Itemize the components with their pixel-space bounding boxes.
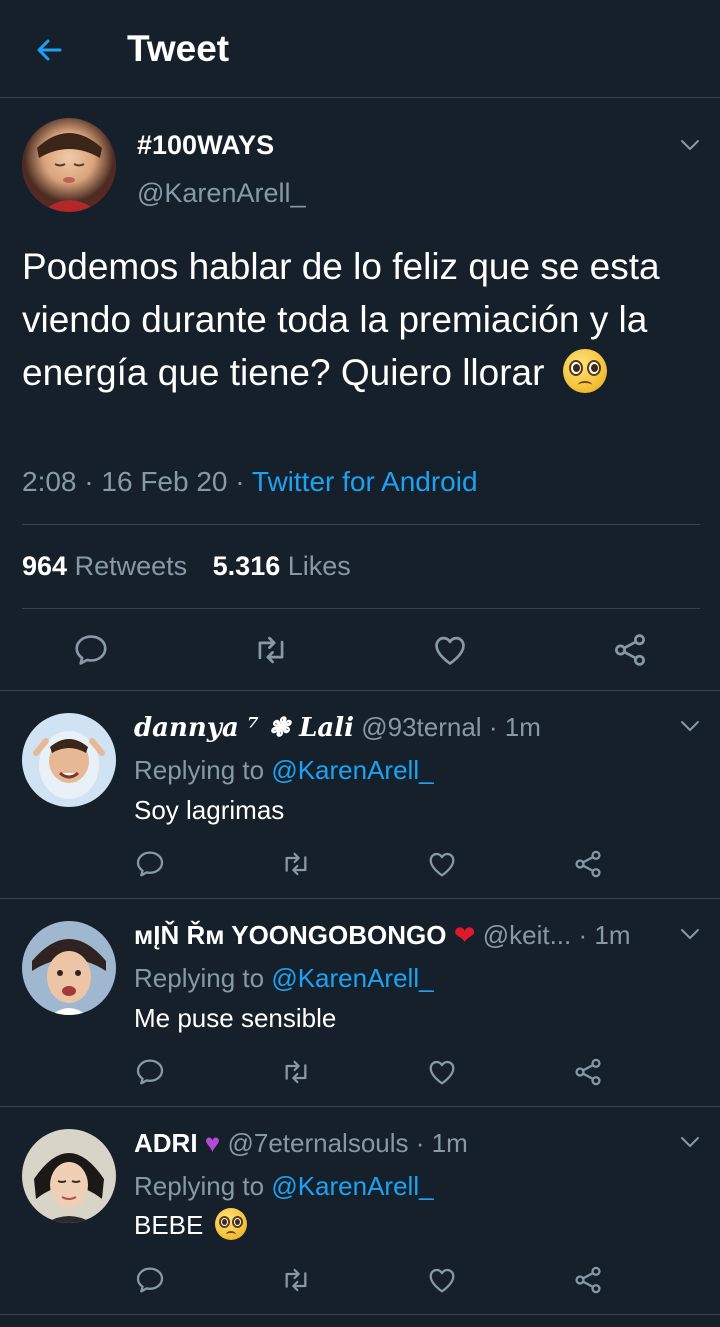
reply-icon[interactable] xyxy=(134,848,166,880)
reply-text-line: BEBE xyxy=(134,1208,247,1243)
likes-label: Likes xyxy=(287,551,351,581)
like-icon[interactable] xyxy=(426,1056,458,1088)
retweet-icon[interactable] xyxy=(252,631,290,669)
share-icon[interactable] xyxy=(572,1056,604,1088)
chevron-down-icon[interactable] xyxy=(678,133,702,157)
reply-time: 1m xyxy=(431,1128,468,1158)
divider xyxy=(0,1106,720,1107)
replying-to: Replying to @KarenArell_ xyxy=(134,1171,434,1202)
chevron-down-icon[interactable] xyxy=(678,922,702,946)
retweets-stat[interactable]: 964 Retweets xyxy=(22,551,187,581)
chevron-down-icon[interactable] xyxy=(678,714,702,738)
divider xyxy=(22,608,700,609)
reply-author-name[interactable]: ADRI xyxy=(134,1128,198,1158)
meta-separator: · xyxy=(488,712,498,742)
replying-to-prefix: Replying to xyxy=(134,963,265,993)
retweets-label: Retweets xyxy=(74,551,188,581)
reply-author-handle[interactable]: @93ternal xyxy=(361,712,481,742)
share-icon[interactable] xyxy=(572,848,604,880)
reply-text: Me puse sensible xyxy=(134,1003,337,1033)
reply-icon[interactable] xyxy=(134,1056,166,1088)
reply-header: dannya ⁷ ❃ Lali @93ternal · 1m xyxy=(134,712,541,743)
likes-count: 5.316 xyxy=(212,551,281,581)
avatar[interactable] xyxy=(22,713,116,807)
reply-author-handle[interactable]: @7eternalsouls xyxy=(227,1128,408,1158)
retweet-icon[interactable] xyxy=(280,1264,312,1296)
like-icon[interactable] xyxy=(426,848,458,880)
red-heart-emoji: ❤ xyxy=(453,920,476,950)
reply-header: ADRI ♥ @7eternalsouls · 1m xyxy=(134,1128,468,1159)
chevron-down-icon[interactable] xyxy=(678,1130,702,1154)
reply-text: BEBE xyxy=(134,1210,204,1240)
meta-separator: · xyxy=(578,920,588,950)
likes-stat[interactable]: 5.316 Likes xyxy=(213,551,351,581)
reply-time: 1m xyxy=(594,920,631,950)
replying-to: Replying to @KarenArell_ xyxy=(134,755,434,786)
top-app-bar: Tweet xyxy=(0,0,720,98)
retweet-icon[interactable] xyxy=(280,848,312,880)
page-title: Tweet xyxy=(127,28,230,69)
divider xyxy=(0,690,720,691)
replying-to-prefix: Replying to xyxy=(134,755,265,785)
tweet-time: 2:08 xyxy=(22,466,77,497)
meta-separator: · xyxy=(235,466,252,497)
reply-author-name[interactable]: dannya ⁷ ❃ Lali xyxy=(134,713,354,743)
reply-icon[interactable] xyxy=(134,1264,166,1296)
tweet-stats: 964 Retweets 5.316 Likes xyxy=(22,551,351,582)
tweet-date: 16 Feb 20 xyxy=(101,466,228,497)
reply-text: Soy lagrimas xyxy=(134,795,285,825)
replying-to-prefix: Replying to xyxy=(134,1171,265,1201)
purple-heart-emoji: ♥ xyxy=(204,1128,221,1158)
tweet-source[interactable]: Twitter for Android xyxy=(252,466,478,497)
share-icon[interactable] xyxy=(572,1264,604,1296)
replying-to-handle[interactable]: @KarenArell_ xyxy=(271,755,433,785)
retweet-icon[interactable] xyxy=(280,1056,312,1088)
tweet-text: Podemos hablar de lo feliz que se esta v… xyxy=(22,240,702,399)
retweets-count: 964 xyxy=(22,551,68,581)
divider xyxy=(0,898,720,899)
reply-author-name[interactable]: ᴍĮŇ Řᴍ YOONGOBONGO xyxy=(134,920,446,950)
divider xyxy=(0,1314,720,1315)
author-handle[interactable]: @KarenArell_ xyxy=(137,178,306,209)
like-icon[interactable] xyxy=(426,1264,458,1296)
reply-time: 1m xyxy=(504,712,541,742)
avatar[interactable] xyxy=(22,118,116,212)
avatar[interactable] xyxy=(22,1129,116,1223)
meta-separator: · xyxy=(415,1128,425,1158)
author-name[interactable]: #100WAYS xyxy=(137,130,274,161)
replying-to-handle[interactable]: @KarenArell_ xyxy=(271,963,433,993)
reply-icon[interactable] xyxy=(72,631,110,669)
share-icon[interactable] xyxy=(611,631,649,669)
replying-to-handle[interactable]: @KarenArell_ xyxy=(271,1171,433,1201)
back-arrow-icon[interactable] xyxy=(30,30,70,70)
avatar[interactable] xyxy=(22,921,116,1015)
reply-author-handle[interactable]: @keit... xyxy=(483,920,572,950)
divider xyxy=(22,524,700,525)
meta-separator: · xyxy=(84,466,102,497)
like-icon[interactable] xyxy=(431,631,469,669)
pleading-face-emoji xyxy=(562,349,607,394)
pleading-face-emoji xyxy=(214,1208,247,1241)
replying-to: Replying to @KarenArell_ xyxy=(134,963,434,994)
reply-header: ᴍĮŇ Řᴍ YOONGOBONGO ❤ @keit... · 1m xyxy=(134,920,631,951)
tweet-meta: 2:08 · 16 Feb 20 · Twitter for Android xyxy=(22,466,478,498)
